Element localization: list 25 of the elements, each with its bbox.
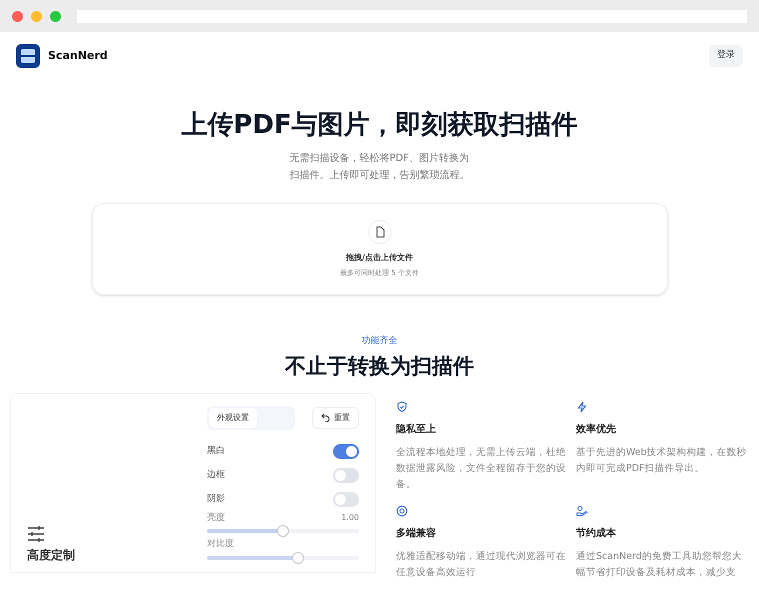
settings-tab[interactable]: 外观设置 [209,408,257,428]
setting-label: 黑白 [207,444,225,458]
feature-title: 效率优先 [576,422,617,437]
card-title: 高度定制 [27,546,76,564]
hero-subtitle: 扫描件。上传即可处理，告别繁琐流程。 [290,168,470,183]
hero-title: 上传PDF与图片，即刻获取扫描件 [181,112,578,138]
feature-title: 多端兼容 [396,526,437,541]
setting-label: 对比度 [207,538,234,552]
upload-label: 拖拽/点击上传文件 [346,252,413,264]
brand-name: ScanNerd [48,48,108,64]
setting-label: 阴影 [207,492,225,506]
setting-label: 亮度 [207,512,225,525]
feature-description: 优雅适配移动端，通过现代浏览器可在任意设备高效运行 [396,550,567,580]
hero-subtitle: 无需扫描设备，轻松将PDF、图片转换为 [290,152,469,166]
setting-value: 1.00 [341,512,359,524]
section-heading: 不止于转换为扫描件 [285,352,474,379]
feature-description: 全流程本地处理，无需上传云端，杜绝数据泄露风险，文件全程留存于您的设备。 [396,446,567,492]
section-eyebrow: 功能齐全 [362,335,398,348]
reset-button[interactable]: 重置 [312,406,359,429]
feature-title: 隐私至上 [396,422,437,437]
feature-title: 节约成本 [576,526,617,541]
login-button[interactable]: 登录 [709,45,743,67]
feature-description: 通过ScanNerd的免费工具助您帮您大幅节省打印设备及耗材成本，减少支 [576,550,743,580]
setting-label: 边框 [207,468,225,482]
feature-description: 基于先进的Web技术架构构建，在数秒内即可完成PDF扫描件导出。 [576,446,748,476]
